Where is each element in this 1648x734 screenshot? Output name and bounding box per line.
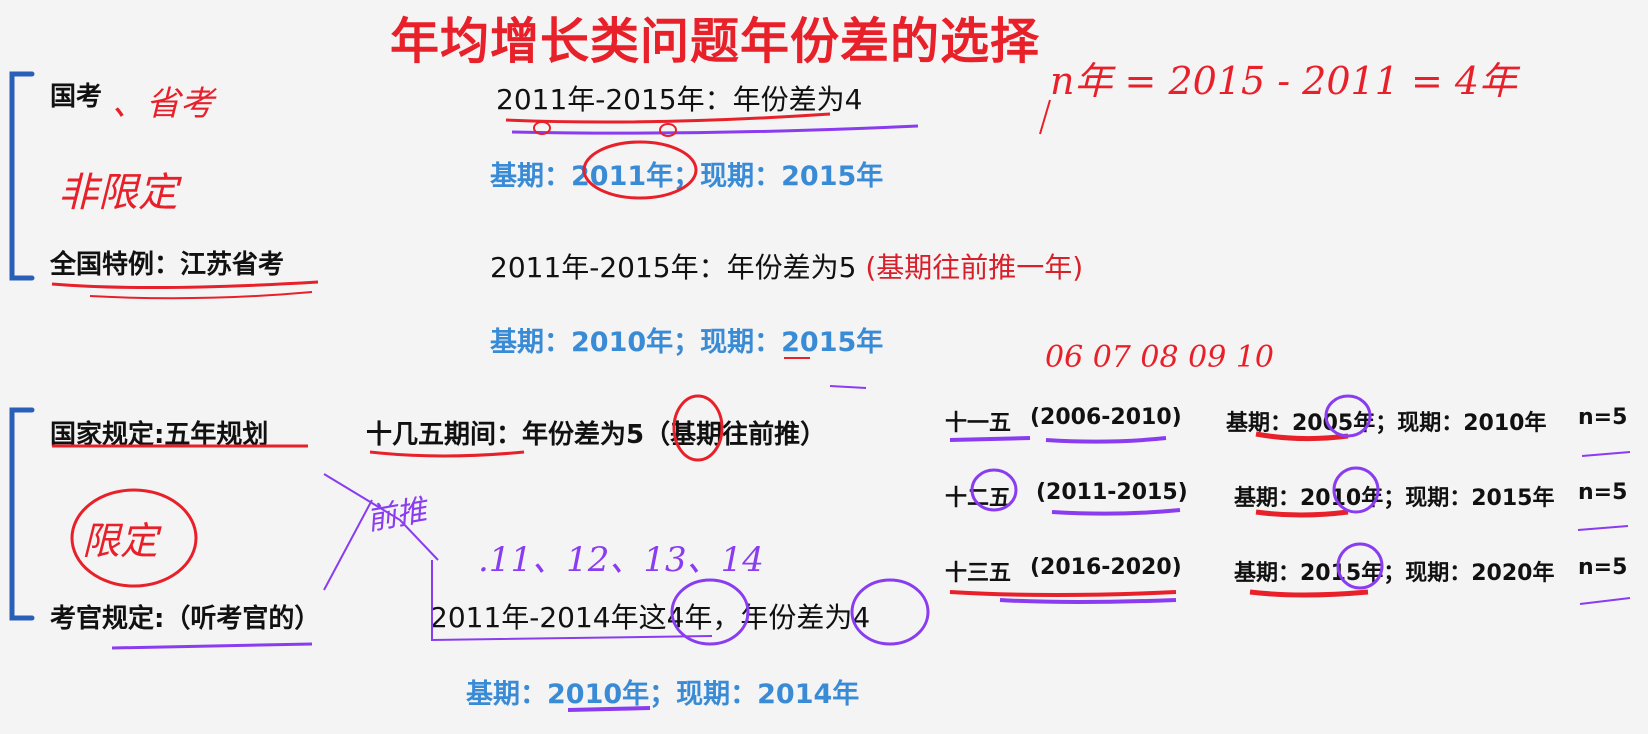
plan-12-n: n=5 — [1578, 480, 1628, 505]
label-guokao: 国考 — [50, 82, 103, 112]
label-exception-prefix: 全国特例： — [50, 250, 181, 280]
plan-11-name: 十一五 — [945, 411, 1012, 436]
bracket-top-icon — [9, 71, 35, 281]
handwriting-formula: n年 = 2015 - 2011 = 4年 — [1050, 59, 1518, 103]
label-national-exception: 全国特例：江苏省考 — [50, 244, 284, 281]
base-current-row4: 基期：2010年；现期：2014年 — [466, 679, 860, 710]
plan-12-name: 十二五 — [945, 486, 1012, 511]
range-row4: 2011年-2014年这4年，年份差为4 — [430, 601, 871, 634]
plan-11-years: (2006-2010) — [1030, 405, 1182, 430]
page-title: 年均增长类问题年份差的选择 — [390, 13, 1041, 70]
range-row2-note: (基期往前推一年) — [865, 251, 1084, 284]
plan-13-n: n=5 — [1578, 555, 1628, 580]
plan-13-info: 基期：2015年；现期：2020年 — [1234, 561, 1555, 586]
plan-11-n: n=5 — [1578, 405, 1628, 430]
range-row1: 2011年-2015年：年份差为4 — [496, 83, 863, 116]
handwriting-nums: .11、12、13、14 — [478, 540, 764, 580]
base-current-row1: 基期：2011年；现期：2015年 — [490, 161, 884, 192]
plan-13-years: (2016-2020) — [1030, 555, 1182, 580]
label-examiner-rule: 考官规定:（听考官的） — [50, 604, 321, 634]
handwriting-qianyi: 前推 — [364, 493, 430, 538]
handwriting-xianding: 限定 — [82, 519, 159, 563]
handwriting-years-seq: 06 07 08 09 10 — [1045, 340, 1275, 375]
handwriting-feixianding: 非限定 — [58, 170, 178, 216]
range-row2-text: 2011年-2015年：年份差为5 — [490, 251, 857, 284]
base-current-row2: 基期：2010年；现期：2015年 — [490, 327, 884, 358]
underline-row1-purple — [511, 124, 919, 135]
range-row2: 2011年-2015年：年份差为5 (基期往前推一年) — [490, 246, 1083, 286]
label-jiangsu: 江苏省考 — [180, 250, 285, 280]
plan-12-years: (2011-2015) — [1036, 480, 1188, 505]
plan-12-info: 基期：2010年；现期：2015年 — [1234, 486, 1555, 511]
plan-13-name: 十三五 — [945, 561, 1012, 586]
handwriting-shengkao: 、省考 — [112, 84, 214, 124]
rule-five-year-plan: 十几五期间：年份差为5（基期往前推） — [366, 420, 827, 450]
plan-11-info: 基期：2005年；现期：2010年 — [1226, 411, 1547, 436]
bracket-bottom-icon — [9, 407, 35, 621]
label-five-year-plan: 国家规定:五年规划 — [50, 420, 269, 450]
